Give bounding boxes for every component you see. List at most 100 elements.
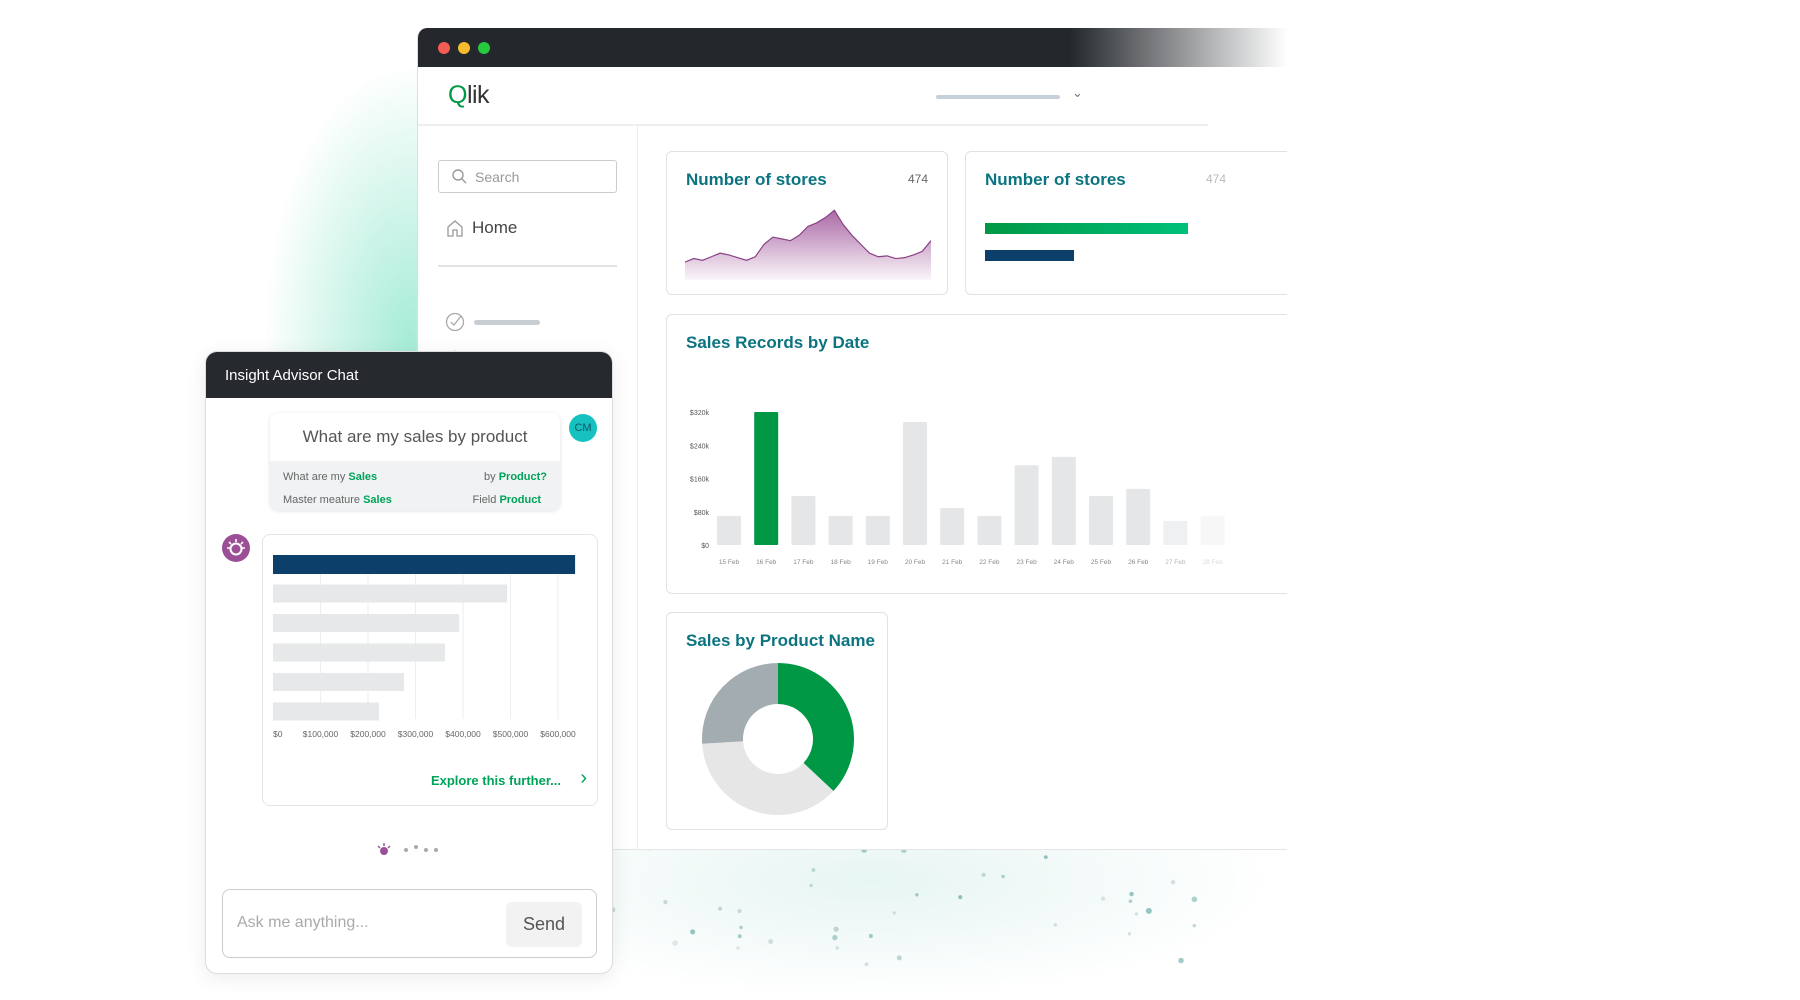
decorative-dot	[737, 934, 742, 939]
decorative-dot	[737, 909, 742, 914]
maximize-button[interactable]	[478, 42, 490, 54]
decorative-dot	[1191, 896, 1198, 903]
bar-21-Feb	[940, 508, 965, 545]
kpi-card-stores-sparkline[interactable]: Number of stores 474	[666, 151, 948, 295]
app-selector-dropdown[interactable]	[936, 95, 1060, 99]
explore-further-link[interactable]: Explore this further...	[431, 773, 561, 788]
sales-records-by-date-card[interactable]: Sales Records by Date $0 $80k $160k $240k $3…	[666, 314, 1287, 594]
donut-slice	[778, 663, 854, 792]
card-title: Number of stores	[686, 170, 827, 189]
bar-26-Feb	[1126, 488, 1151, 545]
interp-text: Master meature	[283, 494, 364, 506]
interp-dimension[interactable]: Product?	[499, 471, 547, 483]
chat-response-chart-card: $0 $100,000 $200,000 $300,000 $400,000 $500,0…	[262, 534, 598, 806]
home-icon	[447, 220, 463, 237]
user-avatar: CM	[569, 414, 597, 442]
x-tick-label: $200,000	[350, 729, 386, 739]
card-value: 474	[1206, 172, 1227, 186]
decorative-dot	[1145, 907, 1152, 914]
sales-by-product-name-card[interactable]: Sales by Product Name	[666, 612, 888, 830]
x-tick-label: 20 Feb	[905, 559, 926, 566]
y-tick-label: $240k	[690, 443, 710, 450]
decorative-dot	[892, 911, 896, 915]
x-tick-label: 18 Feb	[830, 559, 851, 566]
search-placeholder: Search	[475, 169, 520, 185]
chat-input[interactable]: Ask me anything... Send	[222, 889, 597, 958]
x-tick-label: 23 Feb	[1016, 559, 1037, 566]
decorative-dot	[1170, 880, 1176, 885]
decorative-dot	[1129, 891, 1134, 897]
chat-title: Insight Advisor Chat	[206, 352, 612, 398]
bar-25-Feb	[1089, 495, 1113, 545]
y-tick-label: $160k	[690, 477, 710, 484]
chevron-right-icon[interactable]: ›	[580, 767, 587, 790]
qlik-logo[interactable]: Qlik	[448, 81, 490, 110]
bar-23-Feb	[1014, 465, 1039, 545]
decorative-dot	[811, 867, 816, 872]
decorative-dot	[1192, 923, 1197, 928]
decorative-dot	[1178, 957, 1184, 964]
interp-measure[interactable]: Sales	[363, 494, 392, 506]
x-tick-label: 24 Feb	[1054, 559, 1075, 566]
decorative-dot	[739, 925, 743, 930]
x-tick-label: $300,000	[398, 729, 434, 739]
y-tick-label: $320k	[690, 410, 710, 417]
bar-15-Feb	[717, 515, 741, 545]
decorative-dots	[601, 840, 1198, 967]
decorative-dot	[896, 955, 902, 961]
bar-22-Feb	[977, 515, 1002, 545]
sidebar-item-home[interactable]: Home	[446, 218, 517, 238]
x-tick-label: 25 Feb	[1091, 559, 1112, 566]
interp-text: by	[484, 471, 499, 483]
bar-27-Feb	[1163, 520, 1188, 545]
y-tick-label: $80k	[694, 510, 710, 517]
product-bar	[273, 643, 445, 662]
close-button[interactable]	[438, 42, 450, 54]
product-bar	[273, 673, 405, 691]
bar-20-Feb	[903, 421, 927, 545]
interp-measure[interactable]: Sales	[348, 471, 377, 483]
kpi-card-stores-bars[interactable]: Number of stores 474	[965, 151, 1287, 295]
sidebar-item-placeholder[interactable]	[474, 320, 540, 325]
x-tick-label: 28 Feb	[1202, 559, 1223, 566]
chevron-down-icon[interactable]: ⌄	[1072, 85, 1083, 101]
insight-advisor-chat-panel: Insight Advisor Chat What are my sales b…	[205, 351, 613, 974]
x-tick-label: $600,000	[540, 729, 576, 739]
x-tick-label: 15 Feb	[719, 559, 740, 566]
interp-field[interactable]: Product	[499, 494, 541, 506]
divider	[438, 265, 617, 267]
bar-19-Feb	[865, 515, 890, 545]
check-circle-icon[interactable]	[445, 312, 465, 332]
typing-indicator	[376, 842, 438, 858]
sparkline-chart	[685, 209, 931, 280]
decorative-dot	[690, 929, 696, 935]
interp-text: What are my	[283, 471, 349, 483]
x-tick-label: 16 Feb	[756, 559, 777, 566]
x-tick-label: 17 Feb	[793, 559, 814, 566]
product-bar	[273, 555, 576, 574]
search-input[interactable]: Search	[438, 160, 617, 193]
send-button[interactable]: Send	[506, 902, 582, 947]
decorative-dot	[832, 934, 838, 941]
decorative-dot	[1053, 923, 1058, 927]
search-icon	[452, 169, 467, 184]
query-interpretation: What are my Sales by Product? Master mea…	[270, 461, 560, 510]
decorative-dot	[981, 872, 986, 877]
sidebar-item-label: Home	[472, 218, 518, 237]
bar-18-Feb	[828, 515, 853, 545]
decorative-dot	[1127, 932, 1132, 936]
x-tick-label: 22 Feb	[979, 559, 1000, 566]
decorative-dot	[1134, 912, 1139, 916]
chat-input-placeholder: Ask me anything...	[237, 914, 369, 931]
x-tick-label: $500,000	[493, 729, 529, 739]
sales-by-product-horizontal-bar-chart: $0 $100,000 $200,000 $300,000 $400,000 $500,0…	[273, 555, 576, 739]
donut-slice	[702, 663, 778, 744]
x-tick-label: 21 Feb	[942, 559, 963, 566]
bar-17-Feb	[791, 495, 816, 545]
sparkline-area	[685, 210, 931, 280]
minimize-button[interactable]	[458, 42, 470, 54]
user-question: What are my sales by product	[302, 427, 528, 446]
card-value: 474	[907, 172, 928, 186]
decorative-dot	[768, 939, 774, 945]
interp-text: Field	[472, 494, 500, 506]
